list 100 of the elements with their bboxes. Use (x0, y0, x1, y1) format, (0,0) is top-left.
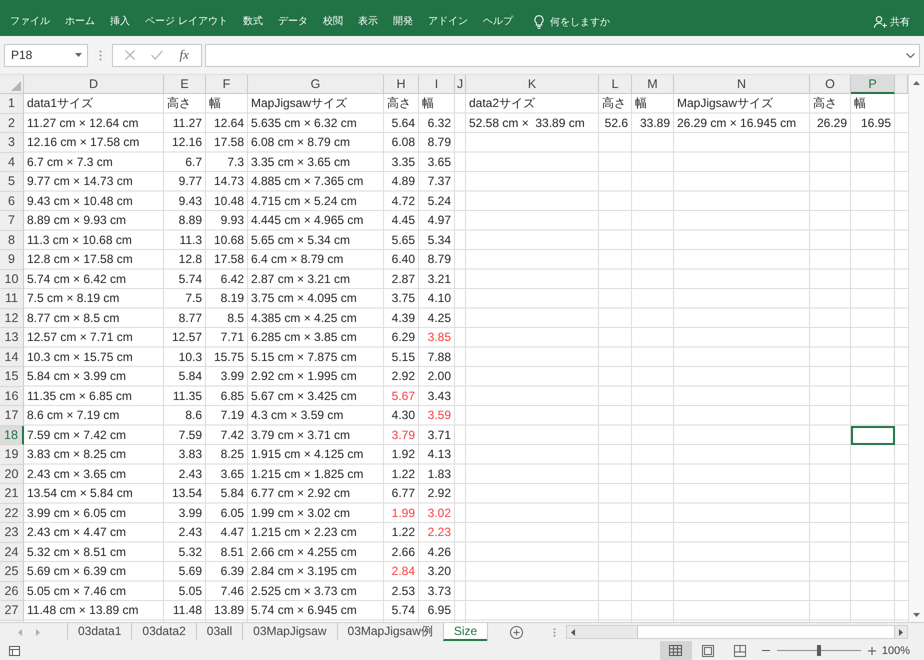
ribbon-tab[interactable]: 数式 (236, 13, 269, 31)
ribbon-tab[interactable]: 表示 (352, 13, 384, 31)
ribbon-tab[interactable]: ファイル (4, 13, 56, 31)
table-cell-text: 11.27 (172, 114, 203, 132)
row-header[interactable]: 23 (0, 523, 24, 542)
table-cell-text: 2.66 (390, 544, 416, 561)
row-header[interactable]: 22 (0, 504, 24, 523)
row-header[interactable]: 8 (0, 230, 24, 250)
table-cell-text: 9.77 cm × 14.73 cm (26, 173, 134, 190)
plus-circle-icon[interactable] (510, 626, 524, 638)
formula-field[interactable] (205, 44, 920, 66)
row-header[interactable]: 2 (0, 114, 24, 133)
ribbon-tab[interactable]: ページ レイアウト (139, 13, 234, 31)
table-cell-text: MapJigsawサイズ (250, 94, 348, 112)
ribbon-tab[interactable]: ヘルプ (476, 13, 519, 31)
search-field[interactable]: 何をしますか (550, 14, 620, 30)
row-header[interactable]: 9 (0, 250, 24, 270)
ribbon-tab[interactable]: 挿入 (104, 13, 136, 31)
table-cell-text: 11.35 (172, 388, 203, 405)
table-cell-text: 11.27 cm × 12.64 cm (26, 114, 140, 132)
row-header[interactable]: 4 (0, 152, 24, 172)
row-header[interactable]: 10 (0, 270, 24, 289)
row-header[interactable]: 16 (0, 386, 24, 406)
table-cell-text: 5.65 (390, 232, 416, 249)
ribbon-tab[interactable]: データ (272, 13, 314, 31)
row-header[interactable]: 1 (0, 94, 24, 114)
person-icon (874, 16, 887, 28)
table-cell-text: 11.3 cm × 10.68 cm (26, 232, 133, 249)
table-cell-text: 6.85 (220, 388, 245, 405)
column-header[interactable]: E (164, 75, 206, 94)
page-icon (702, 644, 714, 656)
insert-function-button[interactable]: fx (178, 47, 191, 63)
row-header[interactable]: 21 (0, 484, 24, 504)
vertical-dots-icon (98, 50, 102, 60)
column-header[interactable]: O (810, 75, 851, 94)
row-header[interactable]: 26 (0, 582, 24, 601)
table-cell-text: 5.64 (390, 114, 416, 132)
column-header[interactable]: G (248, 75, 384, 94)
column-header[interactable]: J (455, 75, 466, 94)
row-header[interactable]: 11 (0, 289, 24, 308)
view-button[interactable] (660, 641, 692, 660)
vertical-scrollbar[interactable] (908, 75, 924, 622)
horizontal-scrollbar[interactable] (566, 625, 908, 639)
row-header[interactable]: 3 (0, 133, 24, 152)
table-cell-text: 3.65 (220, 466, 245, 483)
row-header[interactable]: 25 (0, 562, 24, 582)
ribbon-tab[interactable]: 校閲 (316, 13, 349, 31)
ribbon-tab[interactable]: ホーム (59, 13, 101, 31)
share-button[interactable]: 共有 (870, 13, 914, 31)
column-header[interactable]: N (674, 75, 810, 94)
sheet-tab[interactable]: Size (442, 623, 488, 641)
row-header[interactable]: 13 (0, 328, 24, 348)
row-header[interactable]: 19 (0, 445, 24, 464)
table-cell-text: 6.42 (220, 270, 245, 288)
table-cell-text: 7.42 (220, 426, 245, 444)
table-cell-text: 8.77 (178, 310, 203, 327)
slider-thumb[interactable] (816, 645, 821, 656)
row-header[interactable]: 15 (0, 367, 24, 386)
minus-icon[interactable] (762, 650, 770, 651)
right-arrow-icon[interactable] (899, 628, 903, 636)
table-cell-text: 14.73 (212, 173, 245, 190)
chevron-down-icon[interactable] (906, 52, 915, 58)
column-header[interactable]: I (419, 75, 455, 94)
row-header[interactable]: 12 (0, 308, 24, 328)
column-header[interactable]: P (851, 75, 895, 94)
row-header[interactable]: 14 (0, 348, 24, 367)
table-cell-text: 幅 (853, 94, 867, 112)
table-cell-text: 11.35 cm × 6.85 cm (26, 388, 133, 405)
ribbon-tab[interactable]: アドイン (422, 13, 474, 31)
column-header[interactable]: F (206, 75, 248, 94)
left-arrow-icon[interactable] (571, 628, 576, 636)
row-header[interactable]: 5 (0, 172, 24, 192)
table-cell-text: 2.84 cm × 3.195 cm (250, 563, 358, 580)
caret-down-icon[interactable] (75, 53, 82, 57)
plus-icon[interactable] (868, 646, 876, 654)
table-cell-text: 12.57 (170, 329, 203, 346)
table-cell-text: 3.79 (390, 426, 416, 444)
down-arrow-icon[interactable] (913, 613, 920, 617)
row-header[interactable]: 17 (0, 406, 24, 426)
up-arrow-icon[interactable] (913, 81, 920, 85)
ribbon-tab[interactable]: 開発 (386, 13, 419, 31)
table-cell-text: 1.22 (390, 524, 416, 542)
row-header[interactable]: 7 (0, 211, 24, 230)
row-header[interactable]: 24 (0, 542, 24, 562)
row-header[interactable]: 6 (0, 192, 24, 211)
column-header[interactable]: M (632, 75, 674, 94)
name-box[interactable]: P18 (4, 44, 88, 66)
zoom-level[interactable]: 100% (882, 644, 910, 656)
table-cell-text: 1.99 cm × 3.02 cm (250, 504, 352, 522)
table-cell-text: 7.59 (178, 426, 203, 444)
row-header[interactable]: 27 (0, 601, 24, 620)
column-header[interactable]: K (466, 75, 599, 94)
column-header[interactable]: H (384, 75, 419, 94)
row-header[interactable]: 18 (0, 426, 24, 445)
column-header[interactable]: L (599, 75, 632, 94)
table-cell-text: 11.3 (178, 232, 203, 249)
table-cell-text: 1.215 cm × 1.825 cm (250, 466, 364, 483)
row-header[interactable]: 20 (0, 464, 24, 484)
scrollbar-thumb[interactable] (637, 626, 895, 638)
column-header[interactable]: D (24, 75, 164, 94)
